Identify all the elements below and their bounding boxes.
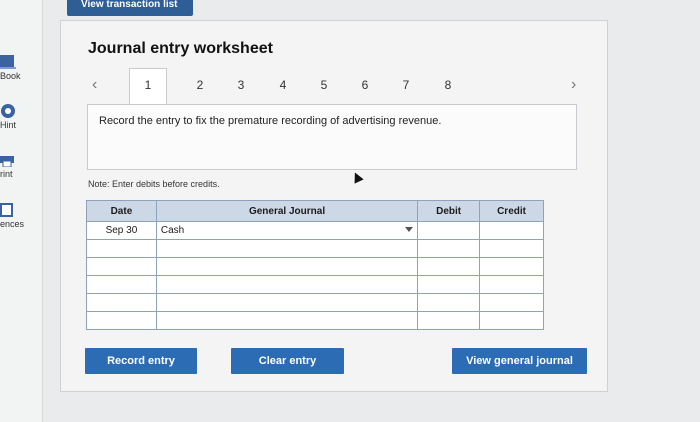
book-icon xyxy=(0,55,16,69)
rail-label-references: ences xyxy=(0,219,25,229)
tab-7[interactable]: 7 xyxy=(388,70,424,104)
account-select[interactable] xyxy=(155,275,419,294)
tab-5[interactable]: 5 xyxy=(306,70,342,104)
date-cell[interactable] xyxy=(86,311,157,330)
credit-input[interactable] xyxy=(479,293,544,312)
credit-input[interactable] xyxy=(479,311,544,330)
table-row xyxy=(86,257,544,276)
header-date: Date xyxy=(86,200,157,222)
header-general-journal: General Journal xyxy=(155,200,419,222)
credit-input[interactable] xyxy=(479,275,544,294)
note-text: Note: Enter debits before credits. xyxy=(88,179,220,189)
credit-input[interactable] xyxy=(479,221,544,240)
account-select[interactable] xyxy=(155,293,419,312)
table-row: Sep 30 Cash xyxy=(86,221,544,240)
rail-label-print: rint xyxy=(0,169,13,179)
chevron-down-icon[interactable] xyxy=(405,227,414,232)
account-select[interactable]: Cash xyxy=(155,221,419,240)
entry-tabs: ‹ 1 2 3 4 5 6 7 8 › xyxy=(86,68,596,105)
page-title: Journal entry worksheet xyxy=(88,40,273,57)
prompt-box: Record the entry to fix the premature re… xyxy=(87,104,577,170)
date-cell[interactable] xyxy=(86,293,157,312)
debit-input[interactable] xyxy=(417,311,481,330)
rail-book[interactable]: Book xyxy=(0,55,42,81)
credit-input[interactable] xyxy=(479,239,544,258)
tab-2[interactable]: 2 xyxy=(182,70,218,104)
account-select[interactable] xyxy=(155,239,419,258)
journal-table: Date General Journal Debit Credit Sep 30… xyxy=(86,200,544,330)
table-header-row: Date General Journal Debit Credit xyxy=(86,200,544,222)
table-row xyxy=(86,275,544,294)
rail-hint[interactable]: Hint xyxy=(0,104,42,130)
rail-print[interactable]: rint xyxy=(0,153,42,179)
table-row xyxy=(86,293,544,312)
debit-input[interactable] xyxy=(417,275,481,294)
account-select[interactable] xyxy=(155,257,419,276)
view-general-journal-button[interactable]: View general journal xyxy=(452,348,587,374)
debit-input[interactable] xyxy=(417,221,481,240)
credit-input[interactable] xyxy=(479,257,544,276)
debit-input[interactable] xyxy=(417,239,481,258)
header-debit: Debit xyxy=(417,200,481,222)
debit-input[interactable] xyxy=(417,293,481,312)
tab-3[interactable]: 3 xyxy=(223,70,259,104)
table-row xyxy=(86,239,544,258)
prompt-text: Record the entry to fix the premature re… xyxy=(99,115,442,127)
view-transaction-list-button[interactable]: View transaction list xyxy=(67,0,193,16)
date-cell[interactable] xyxy=(86,275,157,294)
account-select[interactable] xyxy=(155,311,419,330)
record-entry-button[interactable]: Record entry xyxy=(85,348,197,374)
date-cell[interactable] xyxy=(86,257,157,276)
table-row xyxy=(86,311,544,330)
account-value: Cash xyxy=(160,225,185,236)
left-rail: Book Hint rint ences xyxy=(0,0,43,422)
rail-label-hint: Hint xyxy=(0,120,17,130)
hint-icon xyxy=(1,104,15,118)
tab-6[interactable]: 6 xyxy=(347,70,383,104)
date-cell[interactable] xyxy=(86,239,157,258)
debit-input[interactable] xyxy=(417,257,481,276)
rail-references[interactable]: ences xyxy=(0,203,42,229)
tab-4[interactable]: 4 xyxy=(265,70,301,104)
clear-entry-button[interactable]: Clear entry xyxy=(231,348,344,374)
tab-8[interactable]: 8 xyxy=(430,70,466,104)
print-icon xyxy=(0,156,14,167)
references-icon xyxy=(0,203,13,217)
tab-1[interactable]: 1 xyxy=(129,68,167,105)
prev-arrow-icon[interactable]: ‹ xyxy=(92,76,97,94)
header-credit: Credit xyxy=(479,200,544,222)
next-arrow-icon[interactable]: › xyxy=(571,76,576,94)
date-cell[interactable]: Sep 30 xyxy=(86,221,157,240)
rail-label-book: Book xyxy=(0,71,21,81)
